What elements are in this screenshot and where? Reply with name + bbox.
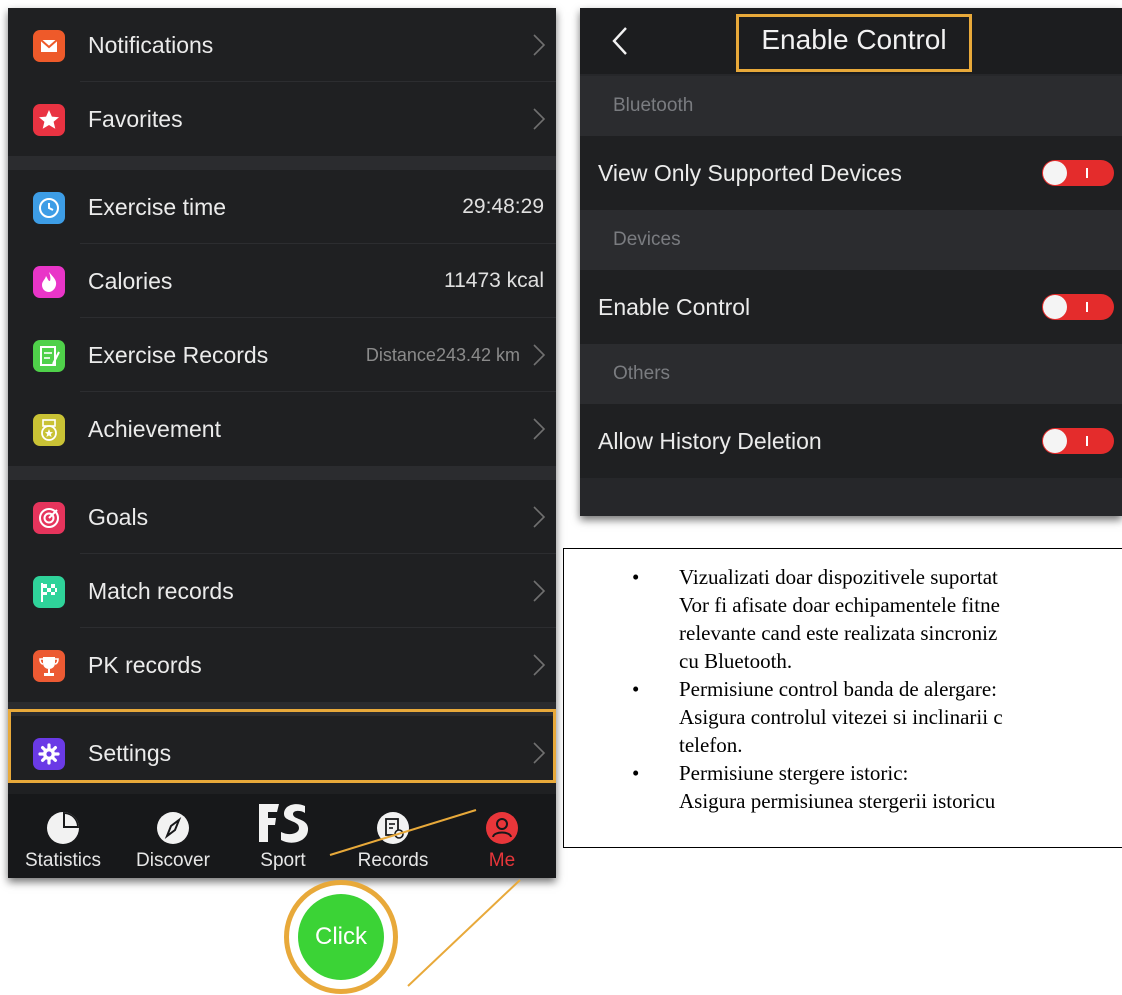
pointer-line [329, 809, 477, 856]
toggle-knob [1043, 295, 1067, 319]
toggle-mark [1086, 436, 1088, 446]
enable-control-toggle[interactable] [1042, 294, 1114, 320]
explanation-box: Vizualizati doar dispozitivele suportat … [563, 548, 1122, 848]
explanation-line: cu Bluetooth. [679, 649, 793, 673]
explanation-line: Permisiune stergere istoric: [679, 761, 909, 785]
click-badge: Click [284, 880, 398, 994]
toggle-knob [1043, 429, 1067, 453]
explanation-item: Vizualizati doar dispozitivele suportat … [564, 563, 1122, 675]
explanation-item: Permisiune control banda de alergare: As… [564, 675, 1122, 759]
setting-label: View Only Supported Devices [598, 160, 902, 186]
setting-row-view-only-supported: View Only Supported Devices [580, 136, 1122, 210]
explanation-line: Vor fi afisate doar echipamentele fitne [679, 593, 1000, 617]
section-header-bluetooth: Bluetooth [580, 76, 1122, 136]
toggle-mark [1086, 168, 1088, 178]
explanation-line: Asigura controlul vitezei si inclinarii … [679, 705, 1003, 729]
section-label: Devices [613, 229, 681, 250]
setting-label: Enable Control [598, 294, 751, 320]
pointer-line [407, 879, 521, 987]
explanation-line: relevante cand este realizata sincroniz [679, 621, 998, 645]
click-badge-label: Click [315, 923, 367, 950]
setting-row-enable-control: Enable Control [580, 270, 1122, 344]
toggle-knob [1043, 161, 1067, 185]
section-label: Bluetooth [613, 95, 694, 116]
explanation-line: Permisiune control banda de alergare: [679, 677, 997, 701]
explanation-list: Vizualizati doar dispozitivele suportat … [564, 563, 1122, 815]
page-title: Enable Control [761, 24, 947, 55]
setting-row-allow-history-deletion: Allow History Deletion [580, 404, 1122, 478]
enable-control-screen: Enable Control Bluetooth View Only Suppo… [580, 8, 1122, 516]
section-label: Others [613, 363, 671, 384]
section-header-devices: Devices [580, 210, 1122, 270]
explanation-item: Permisiune stergere istoric: Asigura per… [564, 759, 1122, 815]
toggle-mark [1086, 302, 1088, 312]
explanation-line: telefon. [679, 733, 743, 757]
explanation-line: Vizualizati doar dispozitivele suportat [679, 565, 998, 589]
setting-label: Allow History Deletion [598, 428, 822, 454]
header-bar: Enable Control [580, 8, 1122, 74]
explanation-line: Asigura permisiunea stergerii istoricu [679, 789, 996, 813]
back-arrow-icon[interactable] [610, 26, 630, 56]
view-only-supported-toggle[interactable] [1042, 160, 1114, 186]
section-header-others: Others [580, 344, 1122, 404]
allow-history-deletion-toggle[interactable] [1042, 428, 1114, 454]
